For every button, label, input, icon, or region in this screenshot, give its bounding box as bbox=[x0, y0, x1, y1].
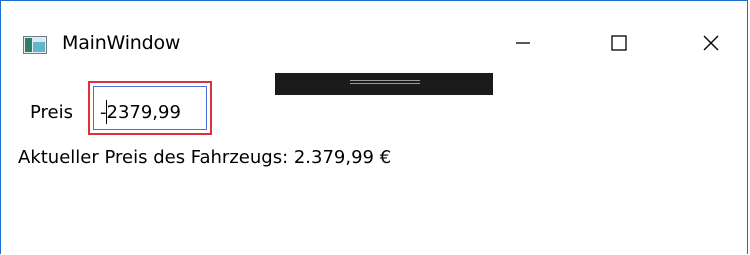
app-icon bbox=[23, 36, 47, 54]
window-title: MainWindow bbox=[62, 32, 181, 54]
debug-toolbar[interactable] bbox=[275, 73, 493, 95]
close-icon bbox=[702, 34, 720, 56]
minimize-button[interactable] bbox=[498, 29, 548, 61]
current-price-text: Aktueller Preis des Fahrzeugs: 2.379,99 … bbox=[18, 147, 392, 168]
price-input[interactable]: -2379,99 bbox=[88, 81, 212, 135]
price-label: Preis bbox=[30, 102, 73, 123]
debug-toolbar-grip-icon[interactable] bbox=[350, 80, 420, 81]
main-window: MainWindow Preis -2379,99 Aktueller Prei… bbox=[0, 0, 748, 254]
price-input-value: -2379,99 bbox=[100, 102, 181, 123]
price-input-field[interactable]: -2379,99 bbox=[93, 86, 207, 130]
maximize-button[interactable] bbox=[594, 29, 644, 61]
text-caret bbox=[106, 100, 107, 124]
maximize-icon bbox=[610, 34, 628, 56]
close-button[interactable] bbox=[686, 29, 736, 61]
minimize-icon bbox=[514, 34, 532, 56]
title-bar[interactable]: MainWindow bbox=[1, 1, 747, 61]
